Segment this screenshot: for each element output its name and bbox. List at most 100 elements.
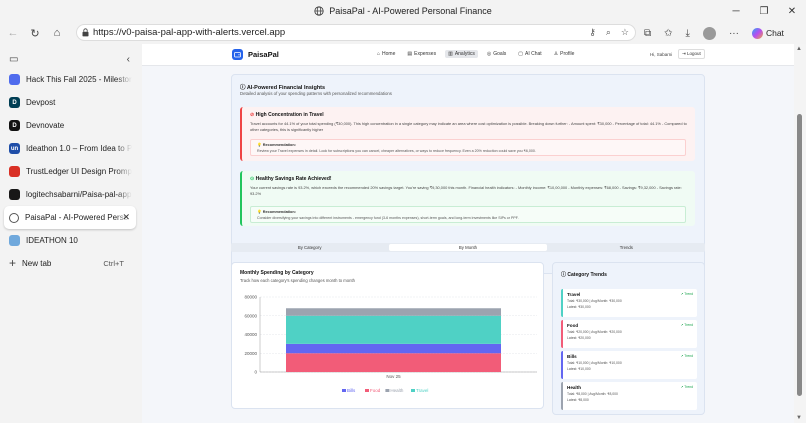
web-page: PaisaPal ⌂ Home ▤ Expenses ▥ Analytics ◎ Goals ▢… <box>142 44 794 423</box>
trend-latest: Latest: ₹30,000 <box>567 305 591 309</box>
recommendation-box: 💡 Recommendation: Review your Travel exp… <box>250 139 686 156</box>
stacked-bar-chart: 80000 60000 40000 20000 0 Nov 25 Bills Food Heal… <box>244 295 537 393</box>
scroll-down-icon[interactable]: ▼ <box>796 415 802 421</box>
key-icon[interactable]: ⚷ <box>589 27 596 38</box>
tab-by-month[interactable]: By Month <box>389 244 547 251</box>
trend-totals: Total: ₹8,000 | Avg/Month: ₹8,000 <box>567 392 618 396</box>
tab-favicon: D <box>9 97 20 108</box>
nav-expenses[interactable]: ▤ Expenses <box>404 50 439 58</box>
copilot-chat-button[interactable]: Chat <box>751 27 784 39</box>
tab-favicon: D <box>9 120 20 131</box>
alert-heading-text: High Concentration in Travel <box>255 112 324 118</box>
extensions-icon[interactable]: ⧉ <box>644 28 651 39</box>
minimize-icon[interactable]: ─ <box>722 0 750 22</box>
nav-label: Profile <box>560 51 575 57</box>
check-circle-icon: ⊙ <box>250 176 255 182</box>
insights-subtitle: Detailed analysis of your spending patte… <box>240 91 392 96</box>
favorites-icon[interactable]: ✩ <box>664 28 672 39</box>
page-scrollbar[interactable]: ▲ ▼ <box>794 44 806 423</box>
profile-avatar[interactable] <box>702 26 716 40</box>
restore-icon[interactable]: ❐ <box>750 0 778 22</box>
address-bar[interactable]: https://v0-paisa-pal-app-with-alerts.ver… <box>76 24 636 41</box>
browser-tab[interactable]: un Ideathon 1.0 – From Idea to Pro <box>0 137 142 160</box>
tab-title: Devpost <box>26 98 56 107</box>
close-window-icon[interactable]: ✕ <box>778 0 806 22</box>
view-tabs: By Category By Month Trends <box>231 243 705 252</box>
legend-label: Bills <box>347 388 356 393</box>
tab-title: TrustLedger UI Design Prompt <box>26 167 132 176</box>
nav-ai-chat[interactable]: ▢ AI Chat <box>515 50 544 58</box>
scrollbar-thumb[interactable] <box>797 114 802 396</box>
trend-name: Health <box>567 385 582 390</box>
browser-tab[interactable]: IDEATHON 10 <box>0 229 142 252</box>
trend-latest: Latest: ₹10,000 <box>567 367 591 371</box>
nav-home[interactable]: ⌂ Home <box>374 50 398 58</box>
window-title-bar: PaisaPal - AI-Powered Personal Finance ─… <box>0 0 806 22</box>
legend-swatch <box>411 389 415 392</box>
tab-title: Devnovate <box>26 121 65 130</box>
legend-label: Food <box>370 388 381 393</box>
app-logo[interactable] <box>232 49 243 60</box>
downloads-icon[interactable]: ⤓ <box>686 28 690 39</box>
refresh-icon[interactable]: ↻ <box>24 22 46 44</box>
nav-icon: ▢ <box>518 51 523 57</box>
nav-analytics[interactable]: ▥ Analytics <box>445 50 478 58</box>
scroll-up-icon[interactable]: ▲ <box>796 46 802 52</box>
y-tick-label: 80000 <box>244 295 257 300</box>
tab-title: Ideathon 1.0 – From Idea to Pro <box>26 144 132 153</box>
user-greeting: Hi, Sabarni <box>650 52 673 57</box>
browser-tab[interactable]: PaisaPal - AI-Powered Perso ✕ <box>4 206 136 229</box>
collapse-sidebar-icon[interactable]: ‹ <box>127 54 130 65</box>
category-trends-card: ⓘ Category Trends Travel Total: ₹30,000 |… <box>552 262 705 415</box>
recommendation-title: 💡 Recommendation: <box>257 210 296 214</box>
tab-title: IDEATHON 10 <box>26 236 78 245</box>
tab-trends[interactable]: Trends <box>548 243 705 252</box>
trend-totals: Total: ₹20,000 | Avg/Month: ₹20,000 <box>567 330 622 334</box>
recommendation-text: Review your Travel expenses in detail. L… <box>257 149 536 153</box>
recommendation-box: 💡 Recommendation: Consider diversifying … <box>250 206 686 223</box>
new-tab-label: New tab <box>22 258 52 268</box>
browser-tab[interactable]: logitechsabarni/Paisa-pal-app <box>0 183 142 206</box>
legend-label: Health <box>390 388 404 393</box>
warning-icon: ⊘ <box>250 112 255 118</box>
brand-name: PaisaPal <box>248 50 279 59</box>
vertical-tabs-sidebar: ▭ ‹ Hack This Fall 2025 - Milestone D Devp… <box>0 44 142 423</box>
logout-button[interactable]: ⇥ Logout <box>678 49 705 59</box>
favorite-star-icon[interactable]: ☆ <box>621 27 629 38</box>
close-tab-icon[interactable]: ✕ <box>122 212 130 223</box>
nav-icon: ▤ <box>407 51 413 57</box>
browser-tab[interactable]: D Devpost <box>0 91 142 114</box>
trend-item-food: Food Total: ₹20,000 | Avg/Month: ₹20,000 L… <box>561 320 697 348</box>
back-icon[interactable]: ← <box>2 22 24 44</box>
recommendation-title: 💡 Recommendation: <box>257 143 296 147</box>
tab-favicon <box>9 212 19 223</box>
nav-label: Home <box>382 51 396 57</box>
nav-goals[interactable]: ◎ Goals <box>484 50 509 58</box>
tab-actions-icon[interactable]: ▭ <box>9 54 18 65</box>
tab-by-category[interactable]: By Category <box>231 243 388 252</box>
browser-tab[interactable]: D Devnovate <box>0 114 142 137</box>
trend-item-health: Health Total: ₹8,000 | Avg/Month: ₹8,000 L… <box>561 382 697 410</box>
nav-label: Expenses <box>414 51 437 57</box>
new-tab-button[interactable]: + New tab Ctrl+T <box>0 252 142 274</box>
lock-icon <box>82 28 89 37</box>
y-tick-label: 20000 <box>244 351 257 356</box>
window-title: PaisaPal - AI-Powered Personal Finance <box>329 6 492 16</box>
trend-totals: Total: ₹30,000 | Avg/Month: ₹30,000 <box>567 299 622 303</box>
nav-label: AI Chat <box>525 51 542 57</box>
monthly-spending-chart-card: Monthly Spending by Category Track how e… <box>231 262 544 409</box>
zoom-icon[interactable]: ⌕ <box>606 27 611 38</box>
more-options-icon[interactable]: ··· <box>729 28 739 39</box>
nav-profile[interactable]: ♙ Profile <box>551 50 578 58</box>
globe-icon <box>314 6 324 16</box>
browser-tab[interactable]: Hack This Fall 2025 - Milestone <box>0 68 142 91</box>
tab-favicon <box>9 189 20 200</box>
recommendation-text: Consider diversifying your savings into … <box>257 216 519 220</box>
trend-name: Travel <box>567 292 581 297</box>
trend-badge: ↗ Trend <box>680 385 693 389</box>
tab-title: Hack This Fall 2025 - Milestone <box>26 75 132 84</box>
home-icon[interactable]: ⌂ <box>46 22 68 44</box>
browser-tab[interactable]: TrustLedger UI Design Prompt <box>0 160 142 183</box>
savings-rate-alert: ⊙ Healthy Savings Rate Achieved! Your cu… <box>240 171 695 226</box>
logout-label: Logout <box>687 51 701 56</box>
